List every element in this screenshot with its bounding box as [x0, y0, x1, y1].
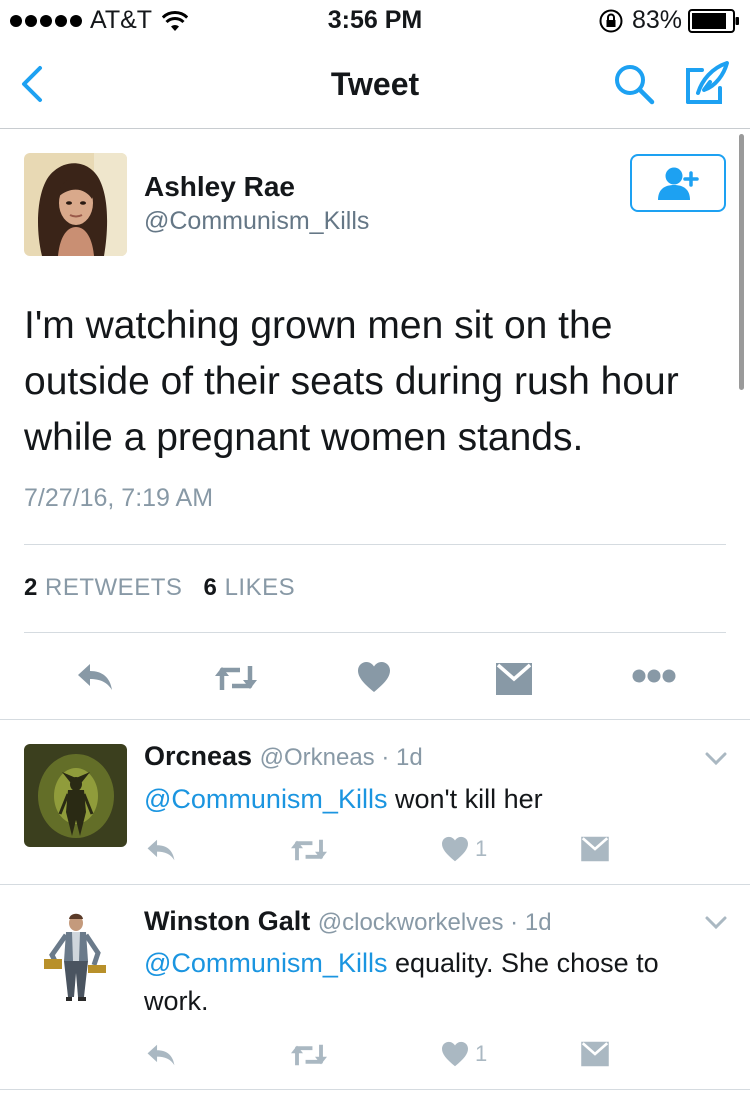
tweet-timestamp[interactable]: 7/27/16, 7:19 AM	[24, 484, 213, 513]
reply-author-name[interactable]: Orcneas	[144, 741, 252, 771]
battery-icon	[688, 8, 739, 33]
direct-message-icon[interactable]	[580, 1041, 610, 1067]
reply-icon[interactable]	[146, 838, 176, 862]
like-icon[interactable]	[441, 1041, 469, 1067]
tweet-text: I'm watching grown men sit on the outsid…	[24, 304, 679, 459]
chevron-down-icon[interactable]	[704, 751, 728, 767]
author-avatar[interactable]	[24, 153, 127, 256]
reply-author-handle[interactable]: @clockworkelves	[318, 909, 504, 936]
compose-tweet-icon[interactable]	[684, 60, 730, 106]
add-user-icon	[658, 167, 699, 200]
reply-text: @Communism_Kills equality. She chose to …	[144, 944, 714, 1020]
retweet-label[interactable]: RETWEETS	[45, 574, 182, 601]
reply-body: won't kill her	[394, 784, 543, 814]
direct-message-icon[interactable]	[580, 836, 610, 862]
follow-button[interactable]	[630, 154, 726, 212]
reply-time: 1d	[396, 744, 423, 771]
reply-avatar[interactable]	[24, 907, 127, 1010]
retweet-icon[interactable]	[290, 838, 328, 862]
tweet-stats: 2 RETWEETS 6 LIKES	[24, 574, 295, 602]
divider	[24, 544, 726, 545]
reply-icon[interactable]	[76, 662, 114, 692]
author-handle[interactable]: @Communism_Kills	[144, 207, 369, 236]
reply-author-name[interactable]: Winston Galt	[144, 906, 310, 936]
status-bar: AT&T 3:56 PM 83%	[0, 0, 750, 40]
reply-avatar[interactable]	[24, 744, 127, 847]
reply-like-count: 1	[475, 1041, 488, 1066]
retweet-icon[interactable]	[214, 664, 258, 692]
tweet-action-bar	[0, 650, 750, 704]
mention-link[interactable]: @Communism_Kills	[144, 948, 387, 978]
like-icon[interactable]	[357, 661, 391, 693]
reply-header: Orcneas @Orkneas · 1d	[144, 741, 423, 772]
reply-like-count: 1	[475, 836, 488, 861]
search-icon[interactable]	[612, 62, 656, 106]
battery-percent: 83%	[631, 6, 682, 34]
retweet-icon[interactable]	[290, 1043, 328, 1067]
reply-time: 1d	[524, 909, 552, 936]
divider	[24, 632, 726, 633]
reply-header: Winston Galt @clockworkelves · 1d	[144, 906, 552, 937]
divider	[0, 719, 750, 720]
divider	[0, 1089, 750, 1090]
mention-link[interactable]: @Communism_Kills	[144, 784, 387, 814]
separator-dot: ·	[374, 744, 396, 771]
separator-dot: ·	[503, 909, 525, 936]
chevron-down-icon[interactable]	[704, 915, 728, 931]
scrollbar[interactable]	[739, 134, 744, 390]
rotation-lock-icon	[599, 9, 623, 32]
reply-icon[interactable]	[146, 1043, 176, 1067]
more-options-icon[interactable]	[632, 668, 676, 684]
like-icon[interactable]	[441, 836, 469, 862]
status-right: 83%	[598, 6, 740, 35]
retweet-count[interactable]: 2	[24, 574, 38, 601]
author-name[interactable]: Ashley Rae	[144, 171, 295, 203]
nav-bar: Tweet	[0, 40, 750, 129]
divider	[0, 884, 750, 885]
reply-text: @Communism_Kills won't kill her	[144, 780, 724, 818]
reply-author-handle[interactable]: @Orkneas	[260, 744, 375, 771]
like-count[interactable]: 6	[204, 574, 218, 601]
direct-message-icon[interactable]	[495, 662, 533, 696]
like-label[interactable]: LIKES	[225, 574, 296, 601]
